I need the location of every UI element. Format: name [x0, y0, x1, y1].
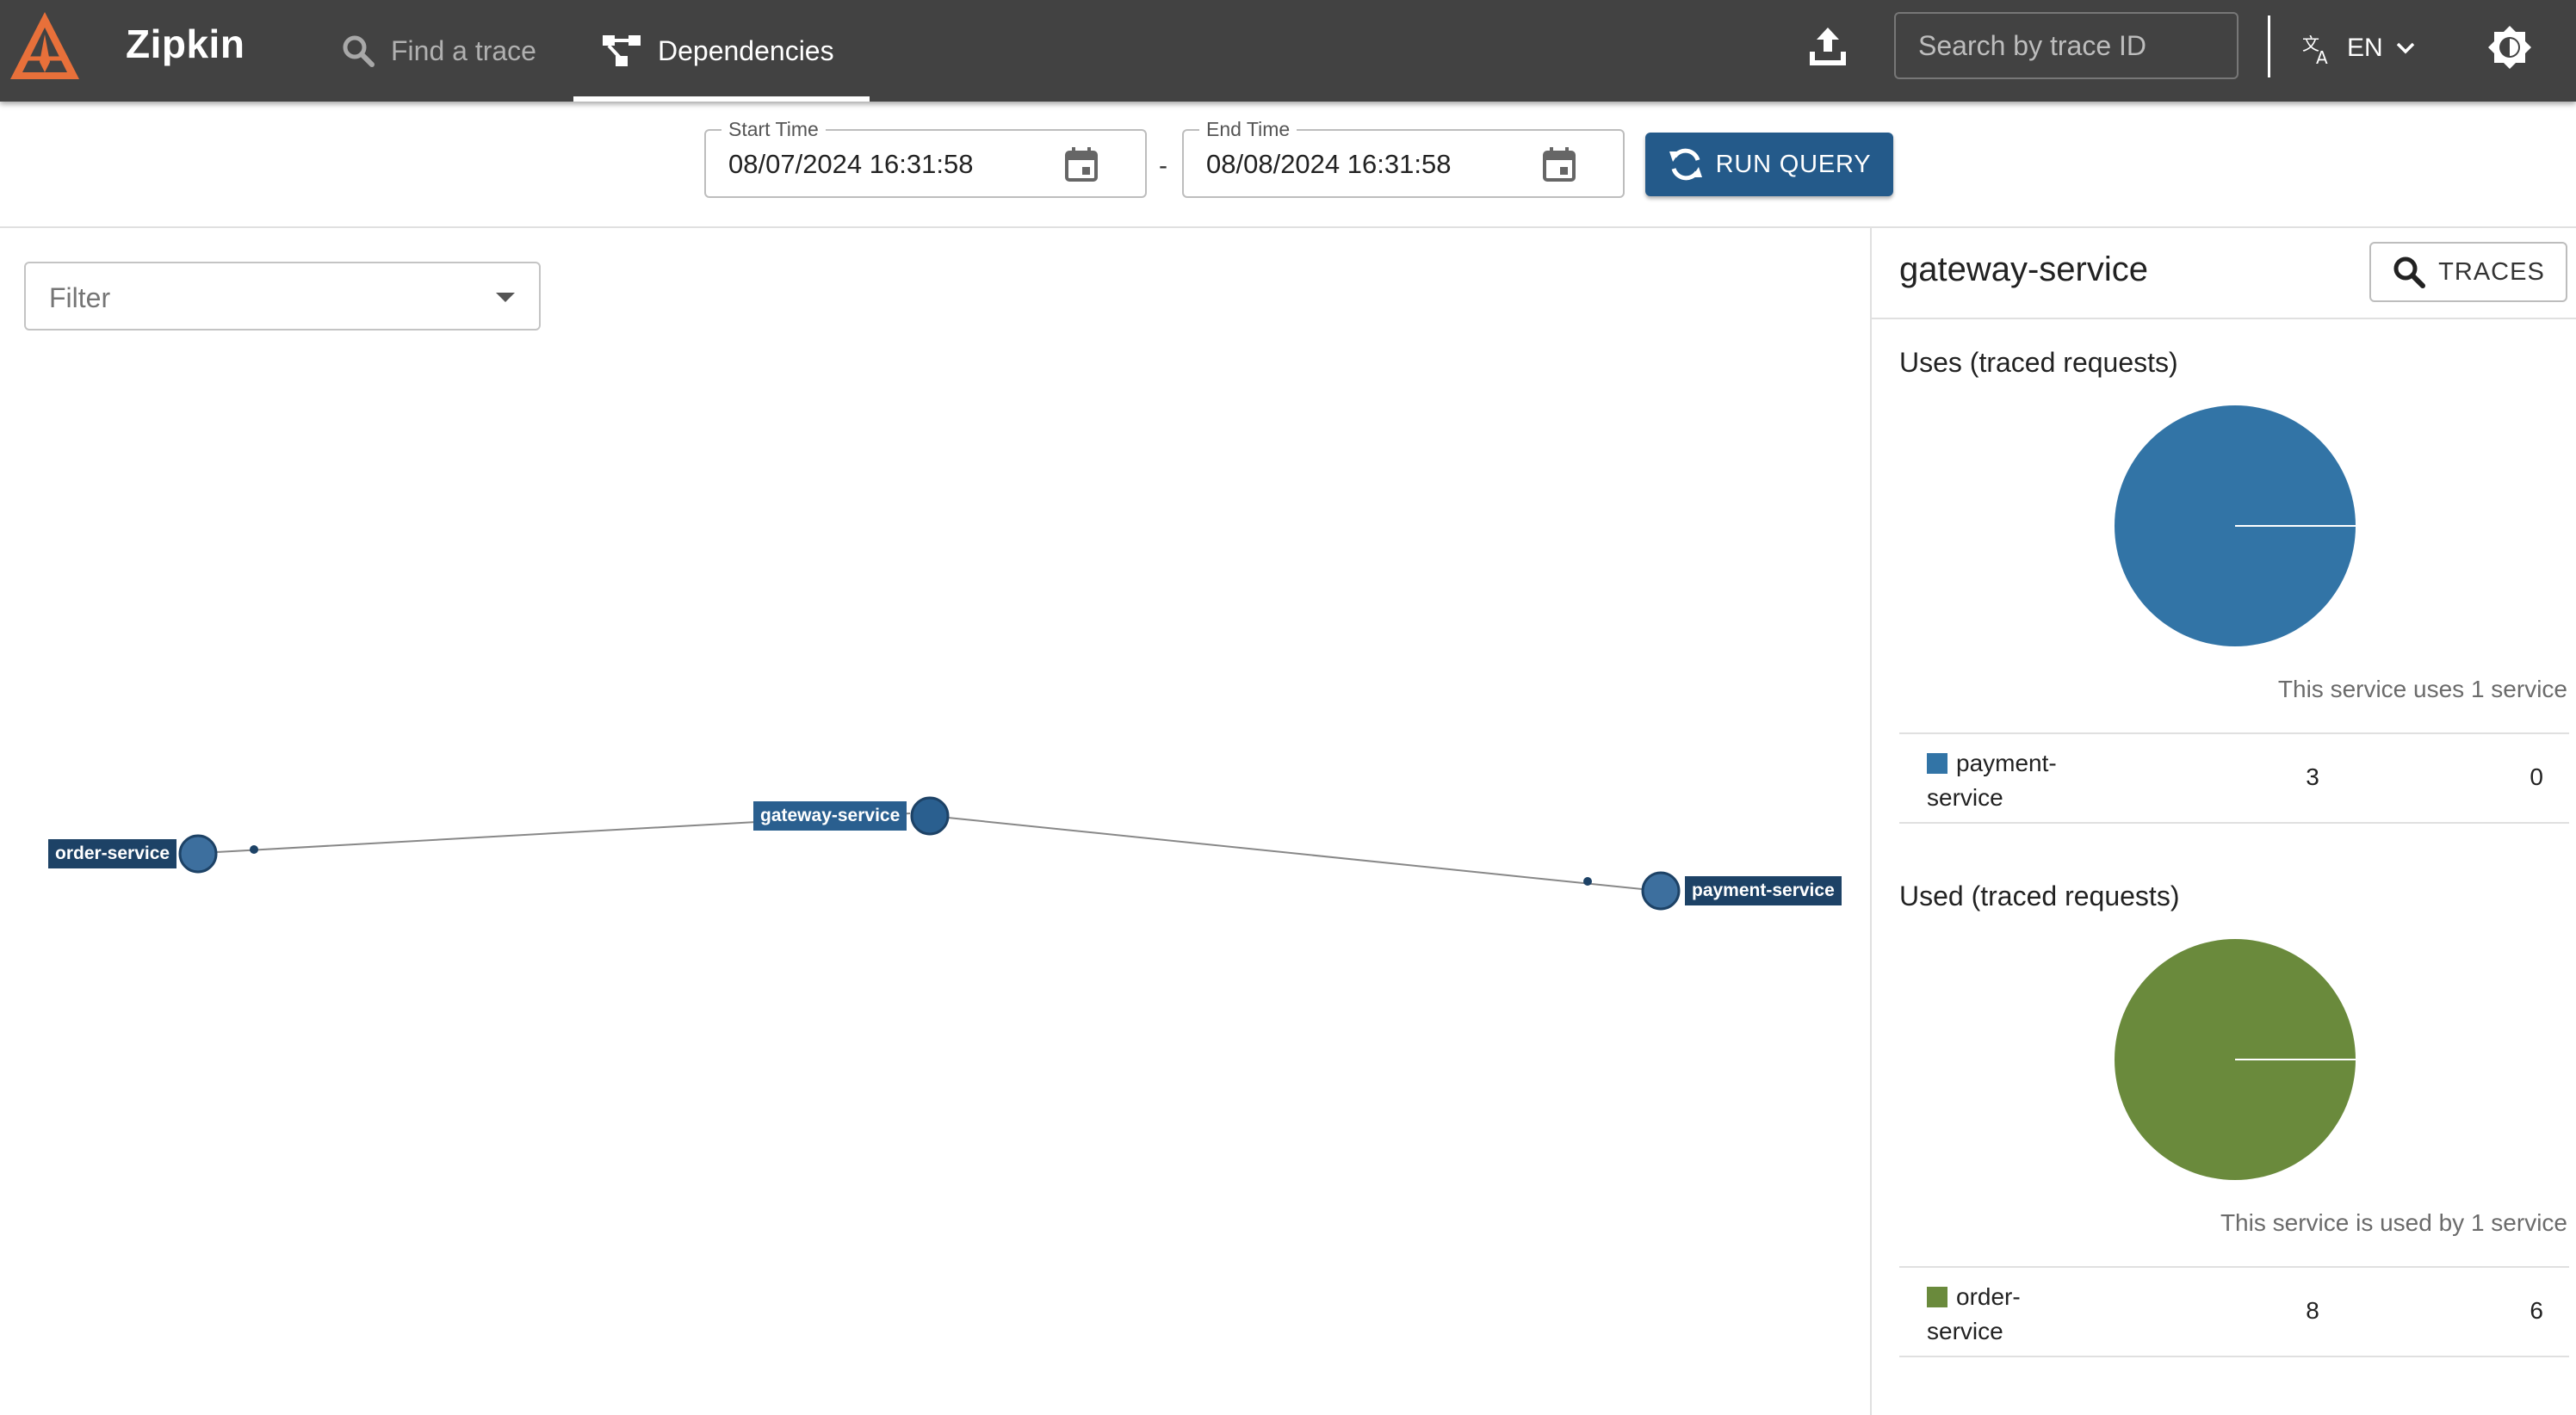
uses-section-title: Uses (traced requests)	[1899, 347, 2178, 378]
traces-button[interactable]: TRACES	[2369, 242, 2567, 302]
uses-row-count: 3	[2306, 763, 2319, 790]
theme-toggle-icon[interactable]	[2486, 24, 2533, 71]
used-row-service: order-service	[1927, 1283, 2021, 1344]
dependency-graph-canvas	[178, 796, 1681, 911]
nav-dependencies-label: Dependencies	[658, 34, 834, 66]
end-time-field[interactable]: End Time 08/08/2024 16:31:58	[1182, 118, 1625, 198]
uses-pie-chart[interactable]	[2113, 404, 2357, 648]
app-bar: Zipkin Find a trace Dependencies 文 A EN	[0, 0, 2576, 102]
translate-icon: 文 A	[2302, 34, 2328, 65]
query-bar: Start Time 08/07/2024 16:31:58 - End Tim…	[0, 102, 2576, 228]
uses-row-errors: 0	[2530, 763, 2543, 790]
edge-traffic-dot	[1583, 877, 1592, 886]
zipkin-logo-icon[interactable]	[7, 9, 83, 83]
start-time-label: Start Time	[721, 118, 826, 141]
used-pie-chart[interactable]	[2113, 937, 2357, 1182]
node-label-payment-service[interactable]: payment-service	[1685, 876, 1842, 905]
run-query-label: RUN QUERY	[1715, 150, 1872, 178]
node-order-service[interactable]	[178, 834, 218, 874]
run-query-button[interactable]: RUN QUERY	[1645, 133, 1893, 196]
dependency-graph[interactable]: order-service gateway-service payment-se…	[0, 228, 1870, 1415]
language-selector[interactable]: 文 A EN	[2300, 24, 2416, 72]
app-brand[interactable]: Zipkin	[126, 21, 245, 67]
node-payment-service[interactable]	[1641, 871, 1681, 911]
dependencies-icon	[603, 35, 641, 66]
uses-caption: This service uses 1 service	[2277, 676, 2567, 702]
node-label-order-service[interactable]: order-service	[48, 839, 177, 868]
selected-service-name: gateway-service	[1899, 250, 2149, 288]
uses-table-row[interactable]: payment-service 3 0	[1899, 732, 2569, 824]
node-label-gateway-service[interactable]: gateway-service	[753, 801, 907, 831]
nav-dependencies[interactable]: Dependencies	[573, 0, 870, 102]
service-detail-panel: gateway-service TRACES Uses (traced requ…	[1870, 228, 2576, 1415]
end-time-label: End Time	[1199, 118, 1297, 141]
language-label: EN	[2347, 34, 2383, 62]
calendar-icon[interactable]	[1064, 146, 1099, 182]
used-caption: This service is used by 1 service	[2220, 1209, 2567, 1236]
active-tab-indicator	[573, 96, 870, 102]
used-row-errors: 6	[2530, 1297, 2543, 1324]
trace-id-search-input[interactable]	[1894, 12, 2239, 79]
used-row-count: 8	[2306, 1297, 2319, 1324]
end-time-value[interactable]: 08/08/2024 16:31:58	[1206, 149, 1451, 180]
refresh-icon	[1669, 148, 1702, 181]
uses-row-service: payment-service	[1927, 750, 2057, 811]
search-icon	[2393, 256, 2426, 288]
nav-find-trace[interactable]: Find a trace	[341, 0, 536, 102]
date-range-separator: -	[1159, 151, 1167, 180]
header-divider	[2268, 15, 2270, 77]
svg-text:A: A	[2316, 47, 2328, 65]
node-gateway-service[interactable]	[910, 796, 950, 836]
upload-icon[interactable]	[1806, 26, 1849, 69]
calendar-icon[interactable]	[1542, 146, 1576, 182]
search-icon	[343, 35, 375, 67]
used-section-title: Used (traced requests)	[1899, 881, 2180, 911]
edge-gateway-to-payment[interactable]	[947, 817, 1643, 890]
nav-find-trace-label: Find a trace	[391, 34, 536, 66]
edge-traffic-dot	[250, 845, 258, 854]
panel-header: gateway-service TRACES	[1872, 228, 2576, 319]
traces-button-label: TRACES	[2438, 257, 2545, 286]
chevron-down-icon	[2396, 42, 2414, 54]
start-time-value[interactable]: 08/07/2024 16:31:58	[728, 149, 973, 180]
used-table-row[interactable]: order-service 8 6	[1899, 1266, 2569, 1357]
start-time-field[interactable]: Start Time 08/07/2024 16:31:58	[704, 118, 1147, 198]
